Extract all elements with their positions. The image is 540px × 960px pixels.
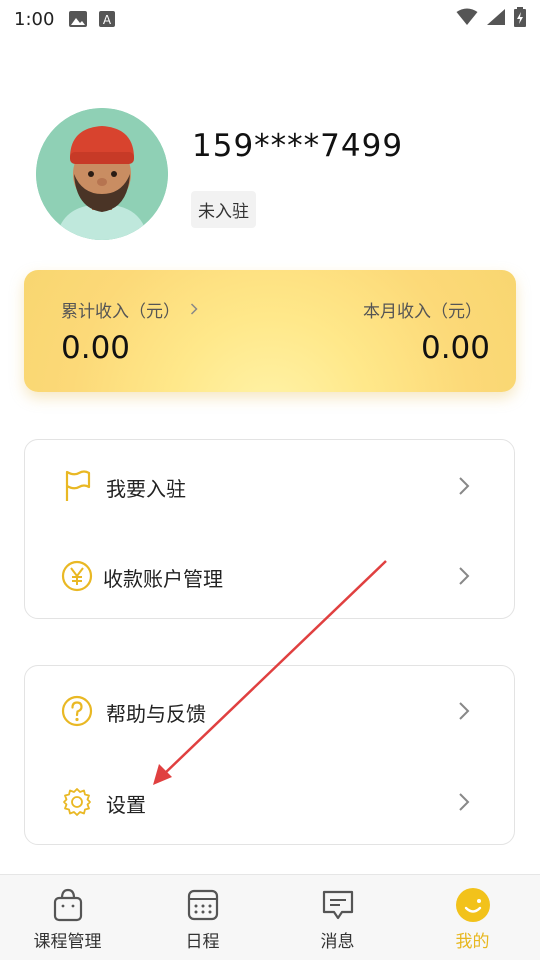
avatar[interactable] — [36, 108, 168, 240]
calendar-icon — [185, 887, 221, 923]
bag-icon — [50, 887, 86, 923]
svg-text:A: A — [103, 13, 112, 27]
earnings-card: 累计收入（元） 本月收入（元） 0.00 0.00 — [24, 270, 516, 392]
help-icon — [61, 695, 93, 727]
total-income-value: 0.00 — [61, 330, 131, 366]
menu-item-settle[interactable]: 我要入驻 — [25, 456, 514, 516]
menu-item-payment-account[interactable]: 收款账户管理 — [25, 546, 514, 606]
smiley-icon — [455, 887, 491, 923]
menu-item-label: 帮助与反馈 — [106, 702, 206, 726]
menu-item-label: 设置 — [106, 793, 146, 817]
keyboard-a-icon: A — [98, 10, 116, 28]
tab-mine[interactable]: 我的 — [405, 875, 540, 960]
gear-icon — [61, 786, 93, 818]
profile-header: 159****7499 未入驻 — [36, 108, 506, 240]
image-icon — [68, 10, 88, 28]
tab-label: 日程 — [185, 932, 220, 952]
status-time: 1:00 — [14, 8, 55, 30]
battery-charging-icon — [514, 6, 526, 32]
tab-label: 我的 — [455, 932, 490, 952]
tab-label: 消息 — [320, 932, 355, 952]
yen-icon — [61, 560, 93, 592]
status-bar: 1:00 A — [0, 0, 540, 38]
tab-label: 课程管理 — [33, 932, 102, 952]
flag-icon — [61, 470, 93, 502]
signal-icon — [486, 8, 506, 31]
menu-card-support: 帮助与反馈 设置 — [24, 665, 515, 845]
menu-item-help-feedback[interactable]: 帮助与反馈 — [25, 681, 514, 741]
menu-card-settle: 我要入驻 收款账户管理 — [24, 439, 515, 619]
status-badge: 未入驻 — [191, 191, 256, 228]
phone-number: 159****7499 — [192, 128, 404, 164]
chevron-right-icon[interactable] — [190, 300, 198, 319]
chevron-right-icon — [458, 476, 470, 500]
menu-item-settings[interactable]: 设置 — [25, 772, 514, 832]
chevron-right-icon — [458, 792, 470, 816]
month-income-value: 0.00 — [420, 330, 490, 366]
bottom-tab-bar: 课程管理 日程 消息 我的 — [0, 874, 540, 960]
chevron-right-icon — [458, 701, 470, 725]
chevron-right-icon — [458, 566, 470, 590]
wifi-icon — [456, 8, 478, 31]
menu-item-label: 收款账户管理 — [103, 567, 223, 591]
tab-messages[interactable]: 消息 — [270, 875, 405, 960]
total-income-label[interactable]: 累计收入（元） — [61, 297, 180, 322]
tab-schedule[interactable]: 日程 — [135, 875, 270, 960]
month-income-label: 本月收入（元） — [363, 302, 482, 322]
message-icon — [320, 887, 356, 923]
tab-course-management[interactable]: 课程管理 — [0, 875, 135, 960]
menu-item-label: 我要入驻 — [106, 477, 186, 501]
